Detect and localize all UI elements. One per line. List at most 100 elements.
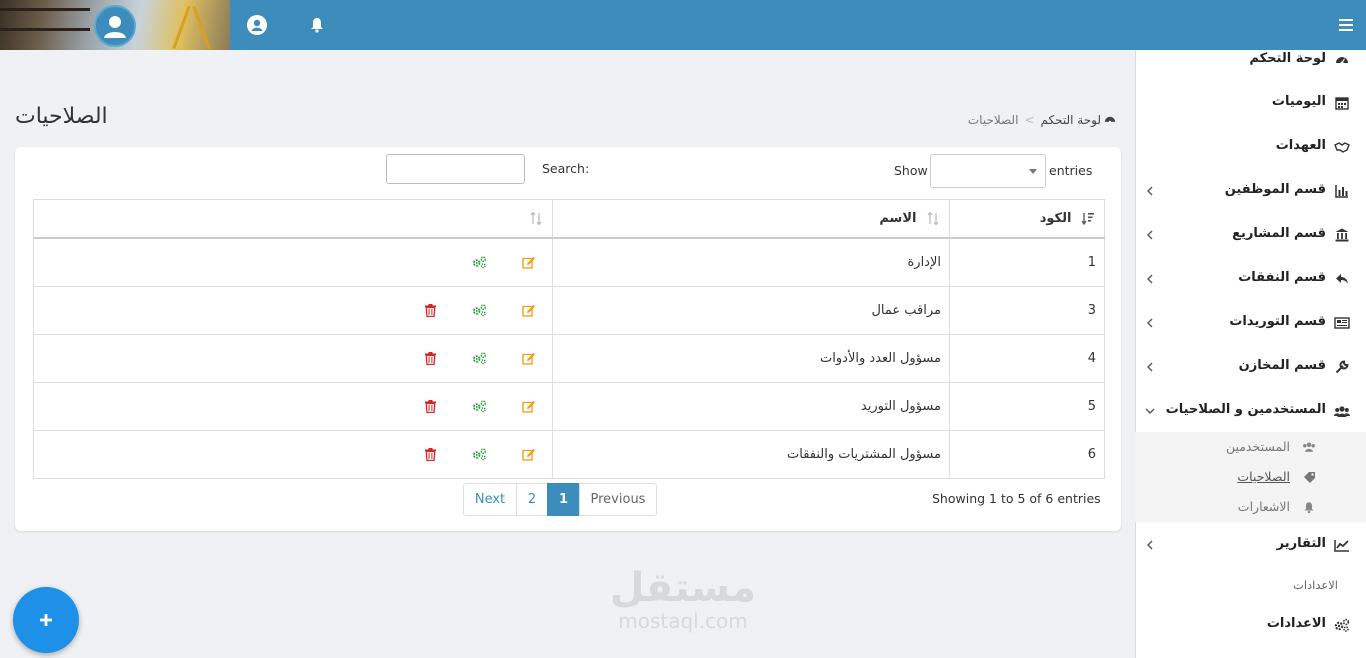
delete-icon[interactable] [423,303,438,318]
entries-label: entries [1049,163,1093,178]
sidebar: لوحة التحكم اليوميات العهدات قسم الموظفي… [1135,50,1366,658]
watermark-latin: mostaql.com [618,609,748,633]
users-permissions-submenu: المستخدمين الصلاحيات الاشعارات [1135,432,1366,522]
bank-icon [1334,227,1350,243]
dashboard-icon [1104,113,1116,127]
column-header-code[interactable]: الكود [949,199,1105,239]
page-title: الصلاحيات [15,104,108,129]
sidebar-item-label: قسم المخازن [1238,358,1326,373]
sidebar-section-label: الاعدادات [1293,578,1338,592]
entries-length-select[interactable] [930,154,1046,188]
edit-icon[interactable] [521,447,536,462]
dashboard-icon [1334,52,1350,68]
table-info: Showing 1 to 5 of 6 entries [932,491,1101,506]
sidebar-item-settings[interactable]: الاعدادات [1135,603,1366,647]
delete-icon[interactable] [423,399,438,414]
sort-asc-icon [1082,212,1094,225]
brand-banner[interactable] [0,0,230,50]
breadcrumb-current: الصلاحيات [967,113,1019,127]
pagination-page-1[interactable]: 1 [547,483,580,516]
column-header-label: الكود [1039,210,1072,226]
column-header-name[interactable]: الاسم [552,199,950,239]
bars-icon[interactable] [1336,15,1356,35]
sidebar-item-label: قسم الموظفين [1224,182,1326,197]
bar-chart-icon [1334,183,1350,199]
chevron-down-icon [1145,403,1155,419]
sidebar-item-label: العهدات [1275,138,1326,153]
user-profile-icon[interactable] [246,14,268,36]
table-row: 6 مسؤول المشتريات والنفقات [33,429,1105,479]
edit-icon[interactable] [521,303,536,318]
sidebar-item-label: قسم المشاريع [1232,226,1326,241]
breadcrumb-home[interactable]: لوحة التحكم [1041,113,1117,127]
plus-icon [40,611,52,630]
sidebar-item-expenses[interactable]: قسم النفقات [1135,257,1366,301]
pagination-previous-button[interactable]: Previous [579,483,657,516]
chevron-left-icon [1145,227,1155,243]
permissions-table: الكود الاسم 1 الإدارة 3 مراقب عمال 4 مسؤول ال… [33,199,1105,479]
cell-code: 6 [949,429,1105,479]
watermark-arabic: مستقل [609,565,757,611]
breadcrumb-separator: > [1024,113,1035,127]
edit-icon[interactable] [521,351,536,366]
search-input[interactable] [386,154,525,184]
table-header-row: الكود الاسم [33,199,1105,239]
pagination-next-button[interactable]: Next [463,483,517,516]
user-circle-icon [94,5,136,47]
permissions-box: Search: Show entries الكود الاسم 1 الإدا… [15,147,1121,531]
pagination-page-2[interactable]: 2 [516,483,548,516]
sidebar-item-custody[interactable]: العهدات [1135,125,1366,169]
sidebar-item-employees[interactable]: قسم الموظفين [1135,169,1366,213]
sidebar-item-dashboard[interactable]: لوحة التحكم [1135,38,1366,82]
cell-actions [33,333,553,383]
sidebar-item-reports[interactable]: التقارير [1135,523,1366,567]
users-icon [1334,403,1350,419]
permissions-cogs-icon[interactable] [472,303,487,318]
cell-name: مسؤول المشتريات والنفقات [552,429,950,479]
sidebar-item-label: المستخدمين و الصلاحيات [1165,402,1326,417]
sidebar-item-label: اليوميات [1271,94,1326,109]
cell-actions [33,429,553,479]
cell-code: 3 [949,285,1105,335]
submenu-item-users[interactable]: المستخدمين [1135,432,1366,462]
cell-code: 1 [949,237,1105,287]
delete-icon[interactable] [423,351,438,366]
caret-down-icon [1029,169,1037,174]
sidebar-item-daily[interactable]: اليوميات [1135,81,1366,125]
chevron-left-icon [1145,359,1155,375]
reply-icon [1334,271,1350,287]
sidebar-item-projects[interactable]: قسم المشاريع [1135,213,1366,257]
permissions-cogs-icon[interactable] [472,255,487,270]
sidebar-item-label: التقارير [1276,536,1326,551]
sidebar-item-users-permissions[interactable]: المستخدمين و الصلاحيات [1135,389,1366,433]
chevron-left-icon [1145,537,1155,553]
show-label: Show [894,163,928,178]
permissions-cogs-icon[interactable] [472,399,487,414]
sidebar-item-supplies[interactable]: قسم التوريدات [1135,301,1366,345]
cogs-icon [1334,617,1350,633]
edit-icon[interactable] [521,399,536,414]
handshake-icon [1334,139,1350,155]
submenu-item-notifications[interactable]: الاشعارات [1135,492,1366,522]
breadcrumb: لوحة التحكم > الصلاحيات [968,113,1116,127]
permissions-cogs-icon[interactable] [472,447,487,462]
cell-actions [33,381,553,431]
submenu-item-permissions[interactable]: الصلاحيات [1135,462,1366,492]
cell-name: مراقب عمال [552,285,950,335]
sort-both-icon [927,211,939,225]
edit-icon[interactable] [521,255,536,270]
pagination: Next 2 1 Previous [463,483,657,516]
sidebar-item-stores[interactable]: قسم المخازن [1135,345,1366,389]
newspaper-icon [1334,315,1350,331]
add-button[interactable] [13,587,79,653]
table-row: 4 مسؤول العدد والأدوات [33,333,1105,383]
column-header-actions[interactable] [33,199,553,239]
chevron-left-icon [1145,271,1155,287]
table-row: 1 الإدارة [33,237,1105,287]
bell-icon[interactable] [306,14,328,36]
line-chart-icon [1334,537,1350,553]
delete-icon[interactable] [423,447,438,462]
sidebar-item-label: قسم النفقات [1238,270,1326,285]
sidebar-item-label: لوحة التحكم [1249,51,1326,66]
permissions-cogs-icon[interactable] [472,351,487,366]
